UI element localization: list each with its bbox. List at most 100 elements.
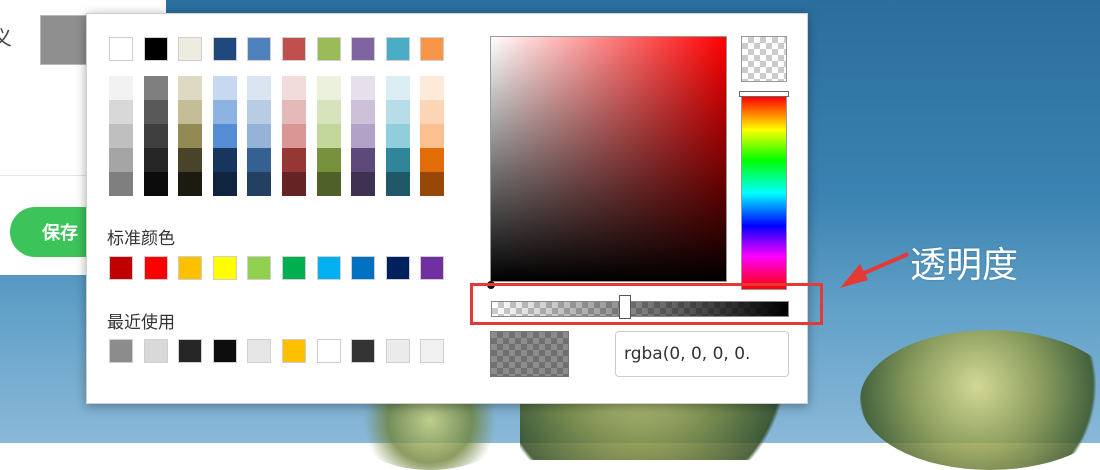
shade-color-swatch[interactable] (351, 124, 376, 148)
shade-color-swatch[interactable] (282, 124, 306, 148)
color-picker-popup: 标准颜色 最近使用 (86, 13, 808, 404)
recent-color-swatch[interactable] (420, 339, 445, 363)
shade-color-swatch[interactable] (212, 100, 237, 124)
shade-color-swatch[interactable] (420, 76, 445, 100)
shade-color-swatch[interactable] (351, 100, 376, 124)
shade-color-swatch[interactable] (109, 100, 133, 124)
shade-color-swatch[interactable] (316, 172, 341, 196)
shade-color-swatch[interactable] (316, 100, 341, 124)
theme-color-swatch[interactable] (420, 37, 445, 61)
theme-color-swatch[interactable] (212, 37, 237, 61)
standard-color-swatch[interactable] (247, 256, 272, 280)
shade-color-swatch[interactable] (316, 76, 341, 100)
standard-color-swatch[interactable] (282, 256, 306, 280)
recent-color-swatch[interactable] (212, 339, 237, 363)
standard-color-swatch[interactable] (178, 256, 203, 280)
recent-color-swatch[interactable] (143, 339, 168, 363)
shade-color-swatch[interactable] (351, 148, 376, 172)
saturation-brightness-area[interactable] (490, 36, 727, 282)
shade-color-swatch[interactable] (178, 76, 203, 100)
shade-color-swatch[interactable] (420, 124, 445, 148)
shade-color-swatch[interactable] (385, 100, 410, 124)
shade-color-swatch[interactable] (351, 76, 376, 100)
shade-color-swatch[interactable] (247, 100, 272, 124)
annotation-label: 透明度 (910, 245, 1019, 286)
shade-column (282, 76, 306, 196)
shade-color-swatch[interactable] (178, 148, 203, 172)
recent-color-swatch[interactable] (247, 339, 272, 363)
shade-color-swatch[interactable] (247, 76, 272, 100)
shade-column (420, 76, 445, 196)
shade-color-swatch[interactable] (178, 172, 203, 196)
hue-slider[interactable] (741, 96, 787, 290)
shade-color-swatch[interactable] (109, 124, 133, 148)
shade-color-swatch[interactable] (143, 148, 168, 172)
theme-color-swatch[interactable] (351, 37, 376, 61)
shade-color-swatch[interactable] (143, 124, 168, 148)
shade-color-swatch[interactable] (212, 124, 237, 148)
shade-color-swatch[interactable] (351, 172, 376, 196)
recent-color-swatch[interactable] (109, 339, 133, 363)
shade-color-swatch[interactable] (143, 76, 168, 100)
shade-color-swatch[interactable] (178, 100, 203, 124)
shade-column (143, 76, 168, 196)
theme-color-swatch[interactable] (282, 37, 306, 61)
shade-column (247, 76, 272, 196)
hue-slider-handle[interactable] (739, 91, 789, 97)
palm-tree-leaves (860, 330, 1100, 470)
color-value-input[interactable] (615, 331, 789, 377)
shade-color-swatch[interactable] (282, 148, 306, 172)
recent-color-swatch[interactable] (178, 339, 203, 363)
field-label: 义 (0, 26, 12, 50)
shade-color-swatch[interactable] (212, 148, 237, 172)
shade-color-swatch[interactable] (385, 76, 410, 100)
theme-color-swatch[interactable] (143, 37, 168, 61)
shade-column (385, 76, 410, 196)
shade-column (351, 76, 376, 196)
shade-color-swatch[interactable] (420, 100, 445, 124)
theme-color-swatch[interactable] (316, 37, 341, 61)
shade-color-swatch[interactable] (109, 148, 133, 172)
theme-color-swatch[interactable] (385, 37, 410, 61)
standard-color-swatch[interactable] (212, 256, 237, 280)
shade-color-swatch[interactable] (247, 124, 272, 148)
shade-color-swatch[interactable] (247, 148, 272, 172)
standard-color-swatch[interactable] (316, 256, 341, 280)
shade-color-swatch[interactable] (212, 76, 237, 100)
theme-color-swatch[interactable] (109, 37, 133, 61)
recent-color-swatch[interactable] (385, 339, 410, 363)
shade-color-swatch[interactable] (212, 172, 237, 196)
color-preview (490, 331, 569, 377)
shade-color-swatch[interactable] (109, 76, 133, 100)
shade-color-swatch[interactable] (178, 124, 203, 148)
transparent-preview[interactable] (741, 36, 787, 82)
shade-color-swatch[interactable] (385, 172, 410, 196)
shade-color-swatch[interactable] (282, 172, 306, 196)
shade-color-swatch[interactable] (316, 148, 341, 172)
standard-color-swatch[interactable] (351, 256, 376, 280)
current-color-swatch[interactable] (40, 15, 90, 65)
shade-color-swatch[interactable] (109, 172, 133, 196)
recent-color-swatch[interactable] (351, 339, 376, 363)
shade-color-swatch[interactable] (247, 172, 272, 196)
annotation-arrow-icon (840, 252, 909, 288)
shade-color-swatch[interactable] (282, 100, 306, 124)
shade-column (316, 76, 341, 196)
standard-color-swatch[interactable] (109, 256, 133, 280)
shade-color-swatch[interactable] (385, 148, 410, 172)
shade-column (109, 76, 133, 196)
standard-color-swatch[interactable] (143, 256, 168, 280)
recent-color-swatch[interactable] (282, 339, 306, 363)
recent-color-swatch[interactable] (316, 339, 341, 363)
theme-color-swatch[interactable] (247, 37, 272, 61)
shade-color-swatch[interactable] (282, 76, 306, 100)
shade-color-swatch[interactable] (316, 124, 341, 148)
shade-color-swatch[interactable] (143, 172, 168, 196)
shade-color-swatch[interactable] (385, 124, 410, 148)
standard-color-swatch[interactable] (420, 256, 445, 280)
theme-color-swatch[interactable] (178, 37, 203, 61)
shade-color-swatch[interactable] (420, 148, 445, 172)
shade-color-swatch[interactable] (420, 172, 445, 196)
shade-color-swatch[interactable] (143, 100, 168, 124)
standard-color-swatch[interactable] (385, 256, 410, 280)
